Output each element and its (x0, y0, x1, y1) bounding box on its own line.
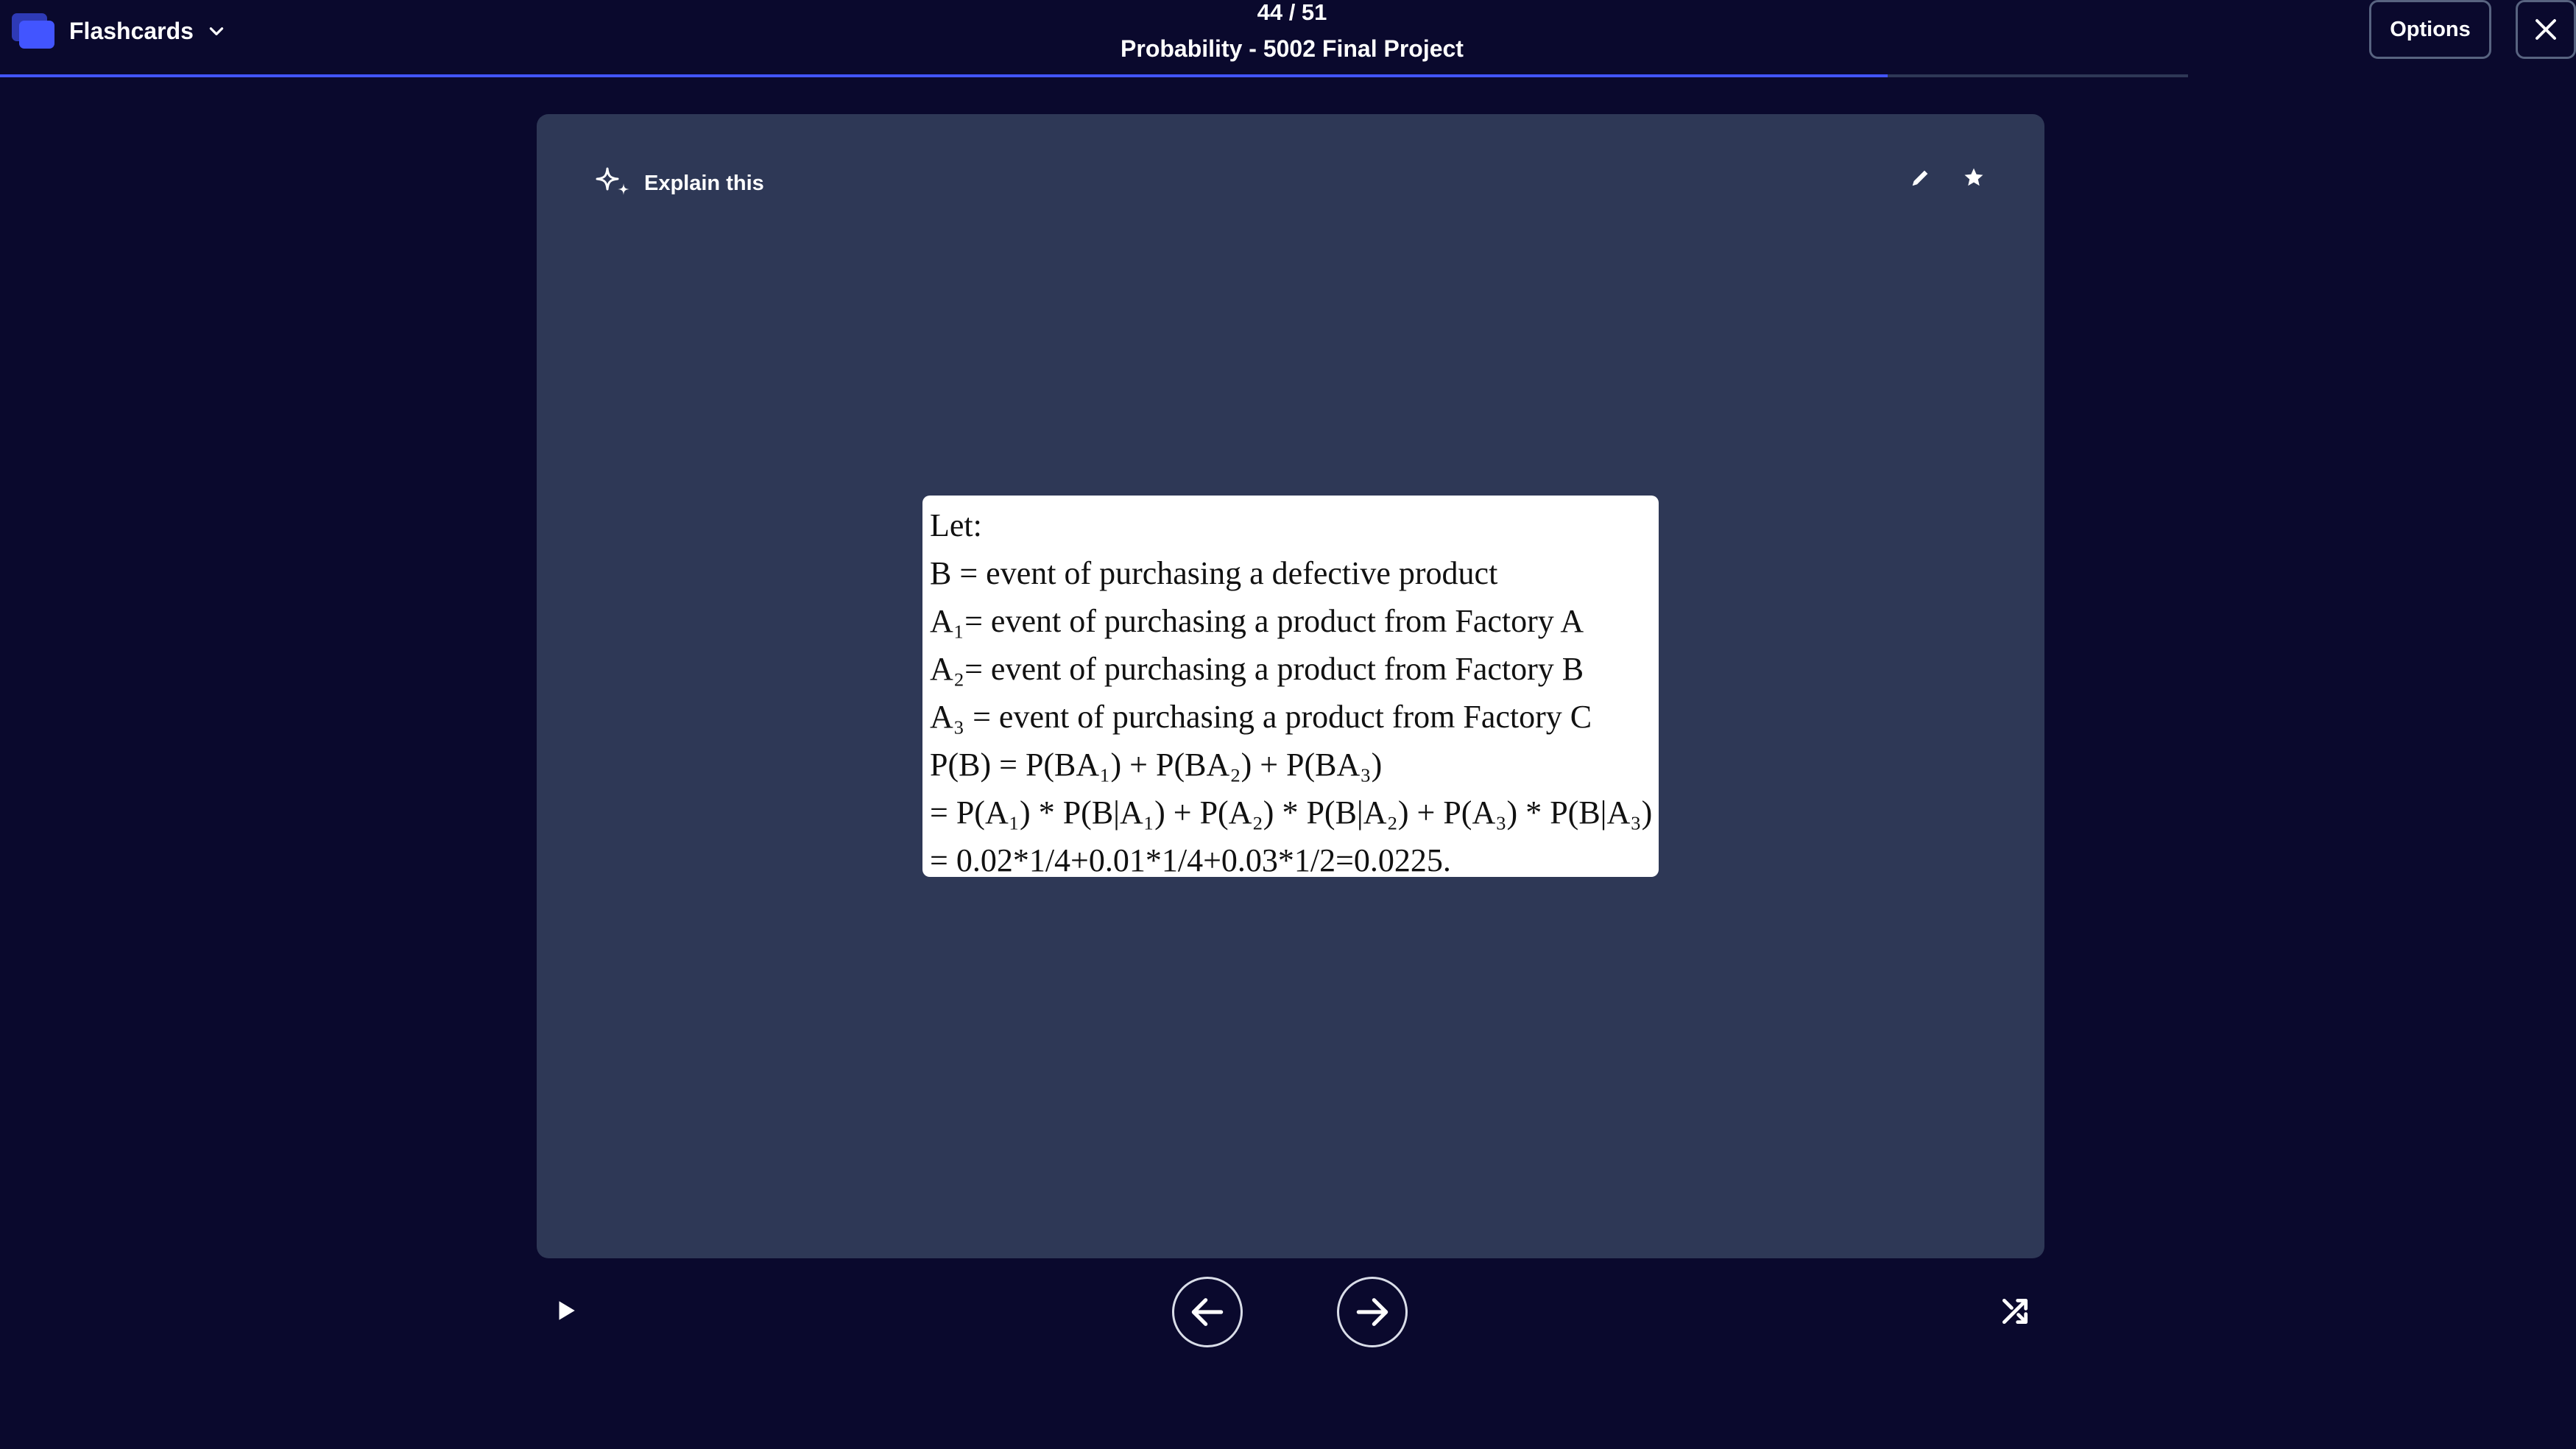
previous-card-button[interactable] (1172, 1277, 1243, 1347)
chevron-down-icon (209, 27, 224, 35)
flashcard[interactable]: Explain this Let: B = event of purchasin… (537, 114, 2044, 1258)
card-text-line: = P(A₁) * P(B|A₁) + P(A₂) * P(B|A₂) + P(… (930, 794, 1653, 831)
explain-this-label: Explain this (644, 171, 764, 195)
progress-bar (0, 74, 2188, 77)
card-text-line: B = event of purchasing a defective prod… (930, 555, 1498, 591)
pencil-icon (1912, 170, 1928, 186)
card-text-line: A₂= event of purchasing a product from F… (930, 651, 1584, 687)
study-mode-label: Flashcards (69, 17, 194, 44)
card-term-image: Let: B = event of purchasing a defective… (922, 496, 1659, 877)
card-text-line: P(B) = P(BA₁) + P(BA₂) + P(BA₃) (930, 747, 1383, 783)
shuffle-button[interactable] (1994, 1290, 2036, 1333)
card-text-line: Let: (930, 507, 982, 543)
arrow-right-icon (1356, 1298, 1388, 1326)
study-mode-dropdown[interactable]: Flashcards (10, 10, 226, 52)
next-card-button[interactable] (1337, 1277, 1408, 1347)
star-icon (1964, 168, 1983, 186)
flashcards-icon (10, 12, 56, 50)
progress-bar-fill (0, 74, 1888, 77)
play-icon (559, 1301, 575, 1320)
edit-card-button[interactable] (1899, 155, 1943, 200)
explain-this-button[interactable]: Explain this (594, 161, 764, 205)
autoplay-button[interactable] (545, 1290, 586, 1331)
card-text-line: A₁= event of purchasing a product from F… (930, 603, 1584, 639)
set-title: Probability - 5002 Final Project (1121, 35, 1464, 62)
close-button[interactable] (2516, 0, 2576, 59)
top-bar: Flashcards 44 / 51 Probability - 5002 Fi… (0, 0, 2576, 77)
flashcards-page: Flashcards 44 / 51 Probability - 5002 Fi… (0, 0, 2576, 1449)
title-block: 44 / 51 Probability - 5002 Final Project (920, 0, 1664, 63)
shuffle-icon (2002, 1298, 2028, 1325)
star-card-button[interactable] (1952, 155, 1996, 200)
arrow-left-icon (1191, 1298, 1224, 1326)
options-button[interactable]: Options (2369, 0, 2491, 59)
card-progress-count: 44 / 51 (1257, 0, 1327, 25)
card-text-line: A₃ = event of purchasing a product from … (930, 699, 1592, 735)
card-text-line: = 0.02*1/4+0.01*1/4+0.03*1/2=0.0225. (930, 842, 1451, 877)
close-icon (2536, 19, 2556, 40)
sparkle-icon (596, 167, 629, 195)
